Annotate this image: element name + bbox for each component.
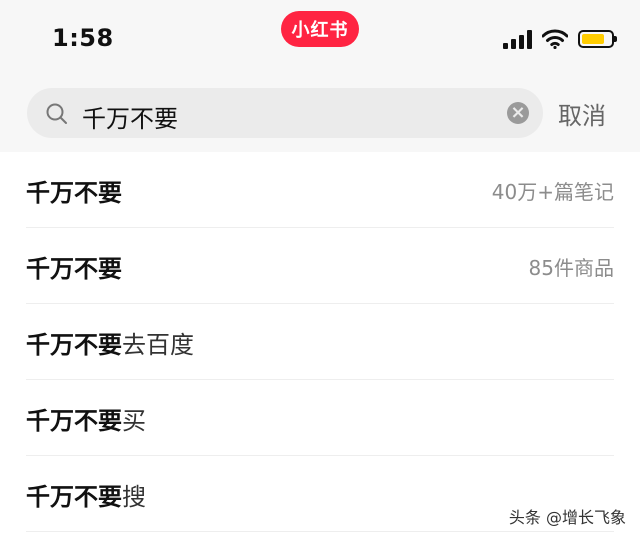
suggestion-rest: 去百度 (122, 331, 194, 359)
signal-icon (503, 29, 532, 49)
suggestion-title: 千万不要买 (26, 401, 146, 436)
suggestion-row[interactable]: 千万不要去百度 (26, 304, 614, 380)
search-query: 千万不要 (82, 105, 178, 133)
search-bar-row: 千万不要 × 取消 (0, 76, 640, 152)
watermark: 头条 @增长飞象 (508, 508, 626, 527)
suggestion-title: 千万不要搜 (26, 477, 146, 512)
battery-level (582, 34, 605, 44)
status-bar: 1:58 小红书 (0, 0, 640, 76)
search-input[interactable]: 千万不要 × (27, 88, 543, 138)
suggestion-row[interactable]: 千万不要 85件商品 (26, 228, 614, 304)
suggestion-title: 千万不要去百度 (26, 325, 194, 360)
suggestion-meta: 40万+篇笔记 (491, 180, 614, 204)
wifi-icon (542, 29, 568, 49)
status-time: 1:58 (52, 24, 114, 52)
suggestion-highlight: 千万不要 (26, 407, 122, 435)
clear-icon[interactable]: × (507, 102, 529, 124)
suggestion-title: 千万不要 (26, 249, 122, 284)
suggestion-rest: 搜 (122, 483, 146, 511)
battery-icon (578, 30, 617, 48)
suggestion-highlight: 千万不要 (26, 331, 122, 359)
suggestion-highlight: 千万不要 (26, 255, 122, 283)
suggestion-meta: 85件商品 (528, 256, 614, 280)
status-icons (503, 26, 617, 52)
suggestion-list: 千万不要 40万+篇笔记 千万不要 85件商品 千万不要去百度 千万不要买 千万… (0, 152, 640, 532)
suggestion-highlight: 千万不要 (26, 179, 122, 207)
suggestion-highlight: 千万不要 (26, 483, 122, 511)
search-icon (46, 103, 67, 124)
suggestion-title: 千万不要 (26, 173, 122, 208)
cancel-button[interactable]: 取消 (558, 96, 606, 131)
suggestion-row[interactable]: 千万不要 40万+篇笔记 (26, 152, 614, 228)
suggestion-rest: 买 (122, 407, 146, 435)
app-logo: 小红书 (281, 11, 359, 47)
suggestion-row[interactable]: 千万不要买 (26, 380, 614, 456)
